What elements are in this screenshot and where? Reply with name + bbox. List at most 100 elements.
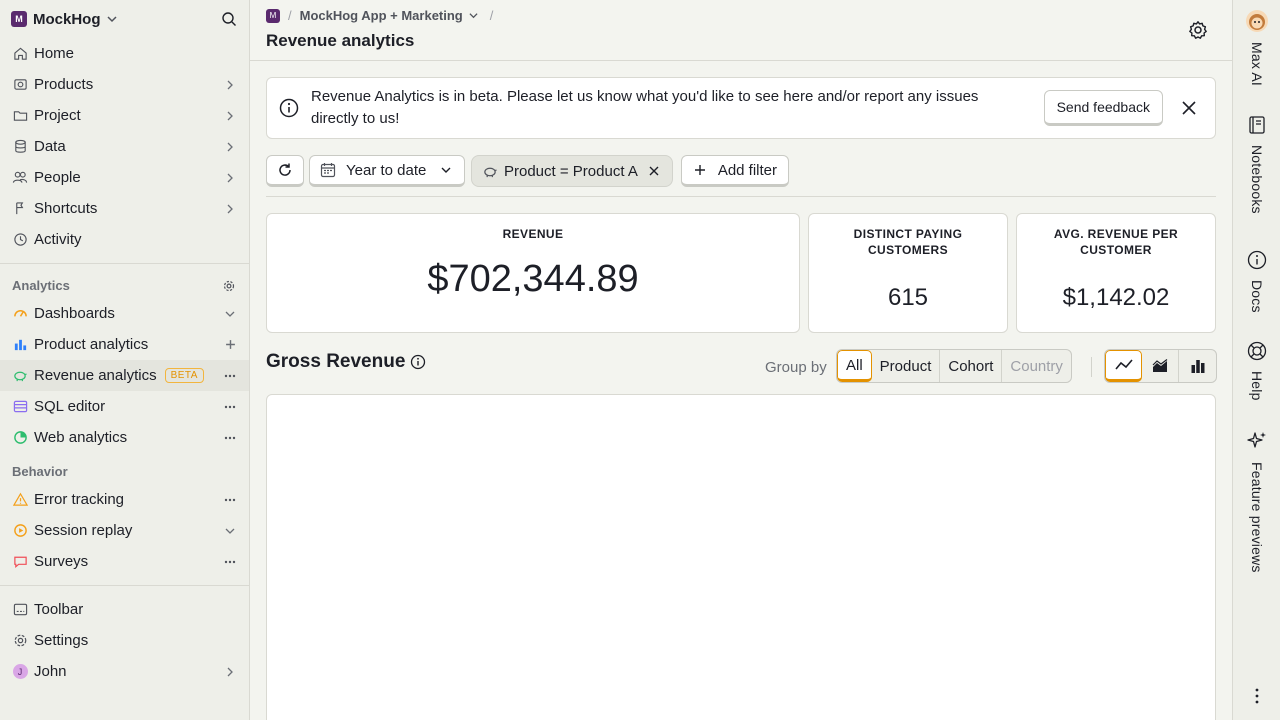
chevron-down-icon[interactable] <box>223 524 237 538</box>
close-icon[interactable] <box>646 163 662 179</box>
bar-chart-button[interactable] <box>1179 350 1216 382</box>
group-option-all[interactable]: All <box>837 350 872 382</box>
rail-label: Max AI <box>1249 42 1265 86</box>
sidebar-item-settings[interactable]: Settings <box>0 625 249 656</box>
sidebar-item-session-replay[interactable]: Session replay <box>0 515 249 546</box>
chevron-down-icon[interactable] <box>223 307 237 321</box>
more-icon[interactable] <box>223 400 237 414</box>
sidebar-item-label: Dashboards <box>34 305 115 322</box>
rail-feature-previews[interactable]: Feature previews <box>1233 430 1280 573</box>
stat-label: DISTINCT PAYING CUSTOMERS <box>853 227 963 257</box>
sidebar-item-label: Activity <box>34 231 82 248</box>
rail-notebooks[interactable]: Notebooks <box>1233 115 1280 214</box>
group-by-segmented-control: All Product Cohort Country <box>836 349 1072 383</box>
home-icon <box>12 46 28 62</box>
rail-label: Docs <box>1249 280 1265 313</box>
product-filter-chip[interactable]: Product = Product A <box>471 155 673 187</box>
sidebar-item-label: SQL editor <box>34 398 106 415</box>
sidebar-item-project[interactable]: Project <box>0 100 249 131</box>
rail-docs[interactable]: Docs <box>1233 250 1280 313</box>
sidebar-item-user[interactable]: J John <box>0 656 249 687</box>
section-title: Gross Revenue <box>266 351 406 372</box>
beta-badge: BETA <box>164 368 204 383</box>
sidebar-item-products[interactable]: Products <box>0 69 249 100</box>
sidebar-item-sql-editor[interactable]: SQL editor <box>0 391 249 422</box>
chart-type-toggle <box>1104 349 1217 383</box>
piggy-bank-icon <box>482 163 498 179</box>
plus-icon[interactable] <box>223 338 237 352</box>
sidebar-item-web-analytics[interactable]: Web analytics <box>0 422 249 453</box>
banner-text: Revenue Analytics is in beta. Please let… <box>311 88 979 127</box>
sidebar-item-label: Home <box>34 45 75 62</box>
rail-more-menu[interactable] <box>1233 688 1280 704</box>
rail-label: Notebooks <box>1249 145 1265 214</box>
breadcrumb: M / MockHog App + Marketing / <box>266 8 501 23</box>
search-icon[interactable] <box>221 11 237 27</box>
sidebar-item-data[interactable]: Data <box>0 131 249 162</box>
area-chart-button[interactable] <box>1142 350 1179 382</box>
more-icon[interactable] <box>223 369 237 383</box>
add-filter-label: Add filter <box>717 161 778 179</box>
behavior-section-title: Behavior <box>0 458 249 484</box>
sidebar: M MockHog Home Products Project Data Peo… <box>0 0 250 720</box>
sidebar-item-surveys[interactable]: Surveys <box>0 546 249 577</box>
sidebar-item-label: Revenue analytics <box>34 367 157 384</box>
sidebar-item-dashboards[interactable]: Dashboards <box>0 298 249 329</box>
group-option-country[interactable]: Country <box>1002 350 1071 382</box>
notebook-icon <box>1249 116 1265 134</box>
beta-banner: Revenue Analytics is in beta. Please let… <box>266 77 1216 139</box>
date-range-label: Year to date <box>346 161 427 179</box>
sidebar-item-toolbar[interactable]: Toolbar <box>0 594 249 625</box>
send-feedback-button[interactable]: Send feedback <box>1043 90 1163 126</box>
database-icon <box>12 139 28 155</box>
chevron-down-icon[interactable] <box>469 11 478 20</box>
sparkle-icon <box>1247 432 1266 448</box>
sidebar-item-error-tracking[interactable]: Error tracking <box>0 484 249 515</box>
stat-value: $1,142.02 <box>1062 284 1170 311</box>
behavior-title: Behavior <box>12 463 68 479</box>
line-chart-button[interactable] <box>1105 350 1142 382</box>
chevron-down-icon <box>438 162 454 178</box>
clock-icon <box>12 232 28 248</box>
chevron-right-icon <box>223 140 237 154</box>
calendar-icon <box>320 162 336 178</box>
more-icon[interactable] <box>223 493 237 507</box>
divider <box>0 585 249 586</box>
close-icon[interactable] <box>1181 100 1197 116</box>
sidebar-item-product-analytics[interactable]: Product analytics <box>0 329 249 360</box>
breadcrumb-project[interactable]: MockHog App + Marketing <box>300 8 463 23</box>
sidebar-item-shortcuts[interactable]: Shortcuts <box>0 193 249 224</box>
sidebar-item-label: Project <box>34 107 81 124</box>
more-icon[interactable] <box>223 431 237 445</box>
org-switcher[interactable]: M MockHog <box>0 0 249 38</box>
group-option-product[interactable]: Product <box>872 350 941 382</box>
gear-icon[interactable] <box>1188 20 1208 40</box>
sidebar-item-home[interactable]: Home <box>0 38 249 69</box>
gear-icon[interactable] <box>223 280 235 292</box>
date-range-select[interactable]: Year to date <box>309 155 465 187</box>
bar-chart-icon <box>12 337 28 353</box>
rail-help[interactable]: Help <box>1233 341 1280 401</box>
stat-label: REVENUE <box>502 227 564 241</box>
sidebar-item-label: Settings <box>34 632 89 649</box>
rail-max-ai[interactable]: Max AI <box>1233 10 1280 86</box>
info-icon <box>279 98 299 118</box>
more-icon[interactable] <box>223 555 237 569</box>
chevron-right-icon <box>223 665 237 679</box>
sidebar-item-people[interactable]: People <box>0 162 249 193</box>
info-icon <box>1247 250 1267 270</box>
more-vertical-icon <box>1255 688 1259 704</box>
sidebar-item-activity[interactable]: Activity <box>0 224 249 255</box>
main-area: M / MockHog App + Marketing / Revenue an… <box>250 0 1232 720</box>
avatar: J <box>12 664 28 680</box>
info-icon[interactable] <box>410 354 426 370</box>
shortcut-icon <box>12 201 28 217</box>
pie-chart-icon <box>12 430 28 446</box>
folder-icon <box>12 108 28 124</box>
add-filter-button[interactable]: Add filter <box>680 155 789 187</box>
group-by-label: Group by <box>765 359 827 376</box>
sidebar-item-label: Product analytics <box>34 336 149 353</box>
sidebar-item-revenue-analytics[interactable]: Revenue analytics BETA <box>0 360 249 391</box>
refresh-button[interactable] <box>266 155 304 187</box>
group-option-cohort[interactable]: Cohort <box>940 350 1003 382</box>
